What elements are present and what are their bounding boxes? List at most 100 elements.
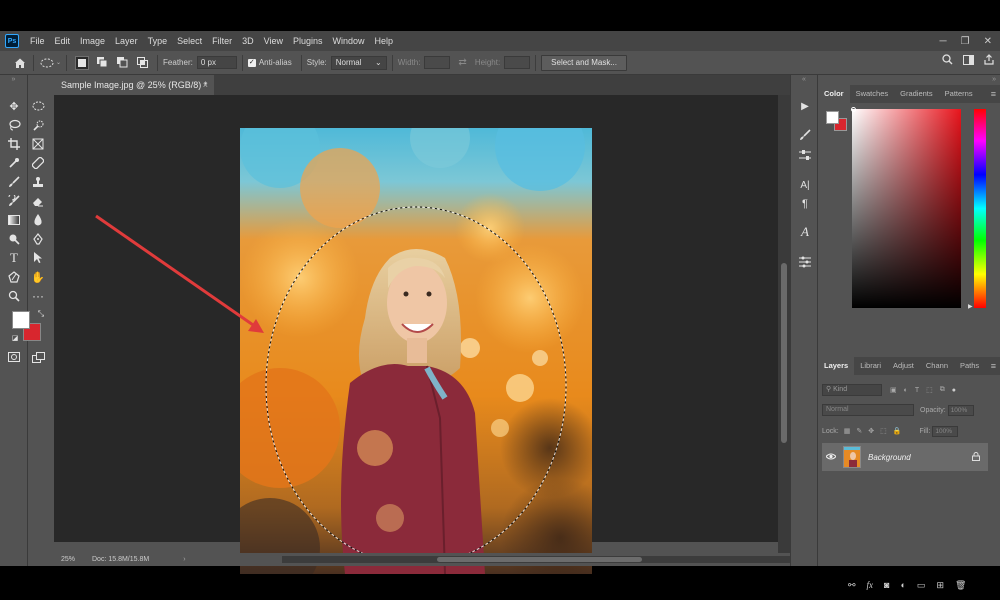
select-and-mask-button[interactable]: Select and Mask... <box>541 54 627 71</box>
foreground-color-swatch[interactable] <box>12 311 30 329</box>
swap-icon[interactable]: ⇄ <box>458 57 466 68</box>
filter-shape-icon[interactable]: ⬚ <box>926 386 933 394</box>
menu-select[interactable]: Select <box>172 31 207 51</box>
dodge-tool-icon[interactable] <box>7 232 21 246</box>
new-layer-icon[interactable]: ⊞ <box>936 580 944 591</box>
color-picker-field[interactable] <box>852 109 961 308</box>
collapse-toggle[interactable]: « <box>791 75 817 85</box>
menu-filter[interactable]: Filter <box>207 31 237 51</box>
path-selection-tool-icon[interactable] <box>31 251 45 265</box>
menu-file[interactable]: File <box>25 31 50 51</box>
filter-pixel-icon[interactable]: ▣ <box>890 386 897 394</box>
eyedropper-tool-icon[interactable] <box>7 156 21 170</box>
gradient-tool-icon[interactable] <box>7 213 21 227</box>
menu-image[interactable]: Image <box>75 31 110 51</box>
blend-mode-select[interactable]: Normal <box>822 404 914 416</box>
lock-position-icon[interactable]: ✥ <box>868 427 874 435</box>
filter-toggle-icon[interactable]: ● <box>952 387 956 394</box>
quick-selection-tool-icon[interactable] <box>31 118 45 132</box>
restore-button[interactable]: ❐ <box>961 36 970 47</box>
zoom-level[interactable]: 25% <box>54 556 84 563</box>
type-tool-icon[interactable]: T <box>7 250 21 265</box>
width-input[interactable] <box>424 56 451 69</box>
layer-style-fx-icon[interactable]: fx <box>867 580 874 591</box>
new-selection-icon[interactable] <box>75 55 90 70</box>
lasso-tool-icon[interactable] <box>7 118 21 132</box>
eraser-tool-icon[interactable] <box>31 194 45 208</box>
menu-edit[interactable]: Edit <box>50 31 76 51</box>
subtract-from-selection-icon[interactable] <box>115 56 129 70</box>
layer-row-background[interactable]: Background <box>822 443 988 471</box>
delete-layer-icon[interactable]: 🗑 <box>955 580 966 591</box>
actions-play-icon[interactable]: ▶ <box>798 99 812 113</box>
fill-input[interactable]: 100% <box>932 425 959 437</box>
height-input[interactable] <box>504 56 531 69</box>
lock-artboard-icon[interactable]: ⬚ <box>880 427 887 435</box>
tab-swatches[interactable]: Swatches <box>850 85 895 103</box>
search-icon[interactable] <box>942 54 953 67</box>
eye-icon[interactable] <box>822 452 840 462</box>
kind-filter-select[interactable]: ⚲ Kind <box>822 384 882 396</box>
home-icon[interactable] <box>12 55 28 71</box>
pen-tool-icon[interactable] <box>31 232 45 246</box>
workspace-icon[interactable] <box>963 54 974 67</box>
opacity-input[interactable]: 100% <box>947 404 974 416</box>
character-panel-icon[interactable]: A| <box>798 178 812 192</box>
tab-paths[interactable]: Paths <box>954 357 985 375</box>
elliptical-marquee-icon[interactable] <box>39 55 55 71</box>
clone-stamp-tool-icon[interactable] <box>31 175 45 189</box>
collapse-toggle[interactable]: » <box>0 75 27 85</box>
document-tab[interactable]: Sample Image.jpg @ 25% (RGB/8) * × <box>54 75 214 95</box>
adjustment-layer-icon[interactable]: ◐ <box>900 580 905 591</box>
close-tab-icon[interactable]: × <box>203 75 208 95</box>
layer-name[interactable]: Background <box>868 453 972 462</box>
collapse-toggle[interactable]: » <box>818 75 1000 85</box>
tab-layers[interactable]: Layers <box>818 357 855 375</box>
menu-type[interactable]: Type <box>143 31 173 51</box>
tab-libraries[interactable]: Librari <box>854 357 887 375</box>
screen-mode-icon[interactable] <box>31 350 45 364</box>
tab-gradients[interactable]: Gradients <box>894 85 939 103</box>
glyphs-panel-icon[interactable]: A <box>798 224 812 239</box>
picker-cursor[interactable] <box>851 107 856 112</box>
brush-tool-icon[interactable] <box>7 175 21 189</box>
antialias-checkbox[interactable]: ✓ <box>247 58 256 67</box>
style-select[interactable]: Normal ⌄ <box>330 55 387 70</box>
paragraph-panel-icon[interactable]: ¶ <box>798 197 812 211</box>
filter-adjustment-icon[interactable]: ◐ <box>904 387 908 394</box>
chevron-down-icon[interactable]: ⌄ <box>56 59 61 66</box>
custom-shape-tool-icon[interactable] <box>7 270 21 284</box>
tab-patterns[interactable]: Patterns <box>939 85 979 103</box>
panel-menu-icon[interactable]: ≡ <box>991 361 996 371</box>
zoom-tool-icon[interactable] <box>7 289 21 303</box>
chevron-right-icon[interactable]: › <box>183 556 185 563</box>
menu-layer[interactable]: Layer <box>110 31 143 51</box>
history-brush-tool-icon[interactable] <box>7 194 21 208</box>
healing-brush-tool-icon[interactable] <box>31 156 45 170</box>
default-colors-icon[interactable]: ◪ <box>8 331 22 345</box>
share-icon[interactable] <box>984 54 994 67</box>
canvas-area[interactable] <box>54 95 778 574</box>
crop-tool-icon[interactable] <box>7 137 21 151</box>
lock-icon[interactable] <box>972 451 980 463</box>
swap-colors-icon[interactable]: ⤡ <box>34 307 48 321</box>
lock-transparent-icon[interactable]: ▦ <box>844 427 851 435</box>
lock-all-icon[interactable]: 🔒 <box>893 427 902 435</box>
lock-image-icon[interactable]: ✎ <box>856 427 862 435</box>
horizontal-scrollbar[interactable] <box>282 556 822 563</box>
add-mask-icon[interactable]: ◙ <box>884 580 889 591</box>
tab-channels[interactable]: Chann <box>920 357 954 375</box>
feather-input[interactable]: 0 px <box>196 56 237 69</box>
elliptical-marquee-tool-icon[interactable] <box>31 99 45 113</box>
menu-help[interactable]: Help <box>370 31 399 51</box>
hue-slider[interactable] <box>974 109 986 308</box>
quick-mask-icon[interactable] <box>7 350 21 364</box>
brush-settings-icon[interactable] <box>798 128 812 142</box>
intersect-selection-icon[interactable] <box>135 56 149 70</box>
menu-view[interactable]: View <box>259 31 288 51</box>
minimize-button[interactable]: ─ <box>940 36 947 47</box>
color-panel-foreground-swatch[interactable] <box>826 111 839 124</box>
link-layers-icon[interactable]: ⚯ <box>848 580 856 591</box>
more-tools-icon[interactable]: ··· <box>31 289 45 303</box>
panel-menu-icon[interactable]: ≡ <box>991 89 996 99</box>
